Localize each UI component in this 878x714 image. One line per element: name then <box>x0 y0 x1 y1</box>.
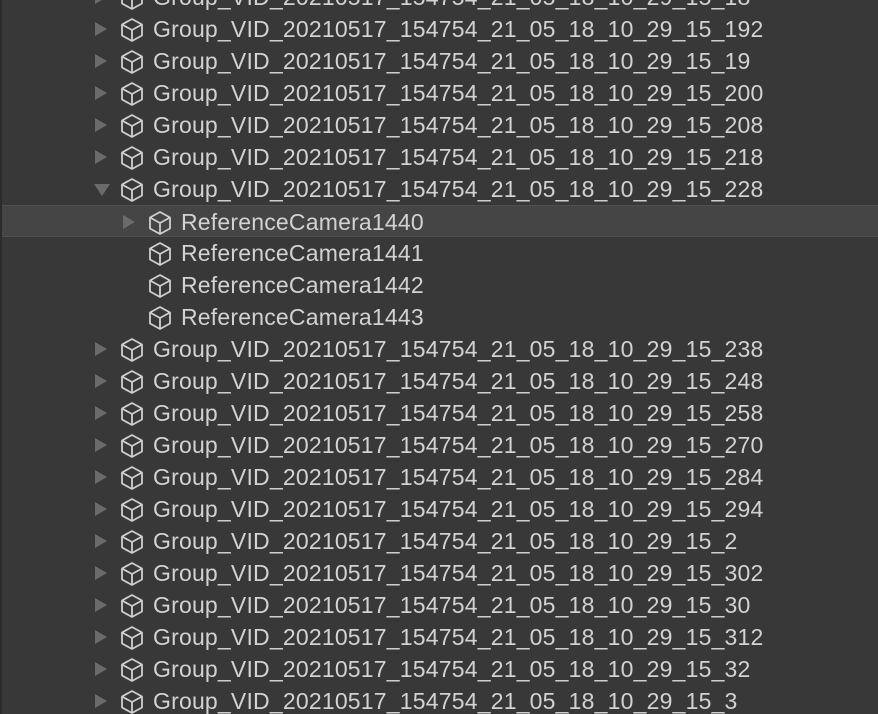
hierarchy-group-row[interactable]: Group_VID_20210517_154754_21_05_18_10_29… <box>2 77 878 109</box>
hierarchy-row-label: Group_VID_20210517_154754_21_05_18_10_29… <box>153 592 751 618</box>
hierarchy-row-label: ReferenceCamera1443 <box>181 304 424 330</box>
hierarchy-group-row[interactable]: Group_VID_20210517_154754_21_05_18_10_29… <box>2 653 878 685</box>
foldout-collapsed-arrow-icon[interactable] <box>95 86 107 100</box>
hierarchy-child-row[interactable]: ReferenceCamera1442 <box>2 269 878 301</box>
gameobject-cube-icon <box>149 242 171 266</box>
gameobject-cube-icon <box>121 402 143 426</box>
hierarchy-row-label: Group_VID_20210517_154754_21_05_18_10_29… <box>153 688 738 714</box>
hierarchy-row-label: Group_VID_20210517_154754_21_05_18_10_29… <box>153 48 751 74</box>
foldout-collapsed-arrow-icon[interactable] <box>95 694 107 708</box>
hierarchy-row-label: Group_VID_20210517_154754_21_05_18_10_29… <box>153 144 764 170</box>
foldout-collapsed-arrow-icon[interactable] <box>123 215 135 229</box>
hierarchy-group-row[interactable]: Group_VID_20210517_154754_21_05_18_10_29… <box>2 397 878 429</box>
hierarchy-group-row[interactable]: Group_VID_20210517_154754_21_05_18_10_29… <box>2 429 878 461</box>
hierarchy-row-label: Group_VID_20210517_154754_21_05_18_10_29… <box>153 496 764 522</box>
hierarchy-tree: Group_VID_20210517_154754_21_05_18_10_29… <box>2 0 878 714</box>
hierarchy-group-row[interactable]: Group_VID_20210517_154754_21_05_18_10_29… <box>2 525 878 557</box>
foldout-collapsed-arrow-icon[interactable] <box>95 566 107 580</box>
gameobject-cube-icon <box>121 50 143 74</box>
hierarchy-row-label: Group_VID_20210517_154754_21_05_18_10_29… <box>153 528 738 554</box>
hierarchy-group-row[interactable]: Group_VID_20210517_154754_21_05_18_10_29… <box>2 685 878 714</box>
foldout-collapsed-arrow-icon[interactable] <box>95 470 107 484</box>
hierarchy-group-row[interactable]: Group_VID_20210517_154754_21_05_18_10_29… <box>2 173 878 205</box>
hierarchy-child-row[interactable]: ReferenceCamera1443 <box>2 301 878 333</box>
gameobject-cube-icon <box>121 114 143 138</box>
gameobject-cube-icon <box>149 211 171 235</box>
hierarchy-row-label: Group_VID_20210517_154754_21_05_18_10_29… <box>153 0 751 10</box>
foldout-collapsed-arrow-icon[interactable] <box>95 598 107 612</box>
hierarchy-row-label: Group_VID_20210517_154754_21_05_18_10_29… <box>153 560 764 586</box>
hierarchy-row-label: Group_VID_20210517_154754_21_05_18_10_29… <box>153 112 764 138</box>
gameobject-cube-icon <box>121 434 143 458</box>
hierarchy-child-row[interactable]: ReferenceCamera1441 <box>2 237 878 269</box>
gameobject-cube-icon <box>121 82 143 106</box>
hierarchy-group-row[interactable]: Group_VID_20210517_154754_21_05_18_10_29… <box>2 589 878 621</box>
gameobject-cube-icon <box>121 0 143 10</box>
foldout-collapsed-arrow-icon[interactable] <box>95 374 107 388</box>
foldout-collapsed-arrow-icon[interactable] <box>95 662 107 676</box>
hierarchy-row-label: ReferenceCamera1440 <box>181 209 424 235</box>
hierarchy-group-row[interactable]: Group_VID_20210517_154754_21_05_18_10_29… <box>2 493 878 525</box>
hierarchy-group-row[interactable]: Group_VID_20210517_154754_21_05_18_10_29… <box>2 333 878 365</box>
foldout-collapsed-arrow-icon[interactable] <box>95 406 107 420</box>
hierarchy-child-row[interactable]: ReferenceCamera1440 <box>2 205 878 237</box>
gameobject-cube-icon <box>121 178 143 202</box>
hierarchy-group-row[interactable]: Group_VID_20210517_154754_21_05_18_10_29… <box>2 13 878 45</box>
foldout-collapsed-arrow-icon[interactable] <box>95 150 107 164</box>
hierarchy-group-row[interactable]: Group_VID_20210517_154754_21_05_18_10_29… <box>2 45 878 77</box>
gameobject-cube-icon <box>121 658 143 682</box>
hierarchy-row-label: Group_VID_20210517_154754_21_05_18_10_29… <box>153 464 764 490</box>
gameobject-cube-icon <box>121 18 143 42</box>
foldout-collapsed-arrow-icon[interactable] <box>95 342 107 356</box>
gameobject-cube-icon <box>121 338 143 362</box>
gameobject-cube-icon <box>121 146 143 170</box>
foldout-collapsed-arrow-icon[interactable] <box>95 502 107 516</box>
hierarchy-row-label: Group_VID_20210517_154754_21_05_18_10_29… <box>153 624 764 650</box>
hierarchy-row-label: Group_VID_20210517_154754_21_05_18_10_29… <box>153 16 764 42</box>
gameobject-cube-icon <box>121 530 143 554</box>
hierarchy-group-row[interactable]: Group_VID_20210517_154754_21_05_18_10_29… <box>2 109 878 141</box>
gameobject-cube-icon <box>121 498 143 522</box>
hierarchy-row-label: Group_VID_20210517_154754_21_05_18_10_29… <box>153 368 764 394</box>
hierarchy-group-row[interactable]: Group_VID_20210517_154754_21_05_18_10_29… <box>2 365 878 397</box>
hierarchy-group-row[interactable]: Group_VID_20210517_154754_21_05_18_10_29… <box>2 461 878 493</box>
foldout-collapsed-arrow-icon[interactable] <box>95 438 107 452</box>
gameobject-cube-icon <box>121 690 143 714</box>
foldout-collapsed-arrow-icon[interactable] <box>95 630 107 644</box>
gameobject-cube-icon <box>121 626 143 650</box>
hierarchy-panel: Group_VID_20210517_154754_21_05_18_10_29… <box>0 0 878 714</box>
hierarchy-row-label: Group_VID_20210517_154754_21_05_18_10_29… <box>153 656 751 682</box>
foldout-collapsed-arrow-icon[interactable] <box>95 54 107 68</box>
gameobject-cube-icon <box>149 274 171 298</box>
foldout-collapsed-arrow-icon[interactable] <box>95 534 107 548</box>
gameobject-cube-icon <box>121 562 143 586</box>
gameobject-cube-icon <box>121 466 143 490</box>
hierarchy-row-label: ReferenceCamera1441 <box>181 240 424 266</box>
hierarchy-row-label: Group_VID_20210517_154754_21_05_18_10_29… <box>153 400 764 426</box>
hierarchy-group-row[interactable]: Group_VID_20210517_154754_21_05_18_10_29… <box>2 557 878 589</box>
foldout-collapsed-arrow-icon[interactable] <box>95 0 107 4</box>
hierarchy-row-label: ReferenceCamera1442 <box>181 272 424 298</box>
hierarchy-row-label: Group_VID_20210517_154754_21_05_18_10_29… <box>153 336 764 362</box>
hierarchy-row-label: Group_VID_20210517_154754_21_05_18_10_29… <box>153 176 764 202</box>
gameobject-cube-icon <box>121 370 143 394</box>
hierarchy-group-row[interactable]: Group_VID_20210517_154754_21_05_18_10_29… <box>2 141 878 173</box>
hierarchy-row-label: Group_VID_20210517_154754_21_05_18_10_29… <box>153 80 764 106</box>
gameobject-cube-icon <box>149 306 171 330</box>
hierarchy-group-row[interactable]: Group_VID_20210517_154754_21_05_18_10_29… <box>2 0 878 13</box>
foldout-expanded-arrow-icon[interactable] <box>94 184 110 196</box>
hierarchy-row-label: Group_VID_20210517_154754_21_05_18_10_29… <box>153 432 764 458</box>
foldout-collapsed-arrow-icon[interactable] <box>95 22 107 36</box>
hierarchy-group-row[interactable]: Group_VID_20210517_154754_21_05_18_10_29… <box>2 621 878 653</box>
gameobject-cube-icon <box>121 594 143 618</box>
foldout-collapsed-arrow-icon[interactable] <box>95 118 107 132</box>
